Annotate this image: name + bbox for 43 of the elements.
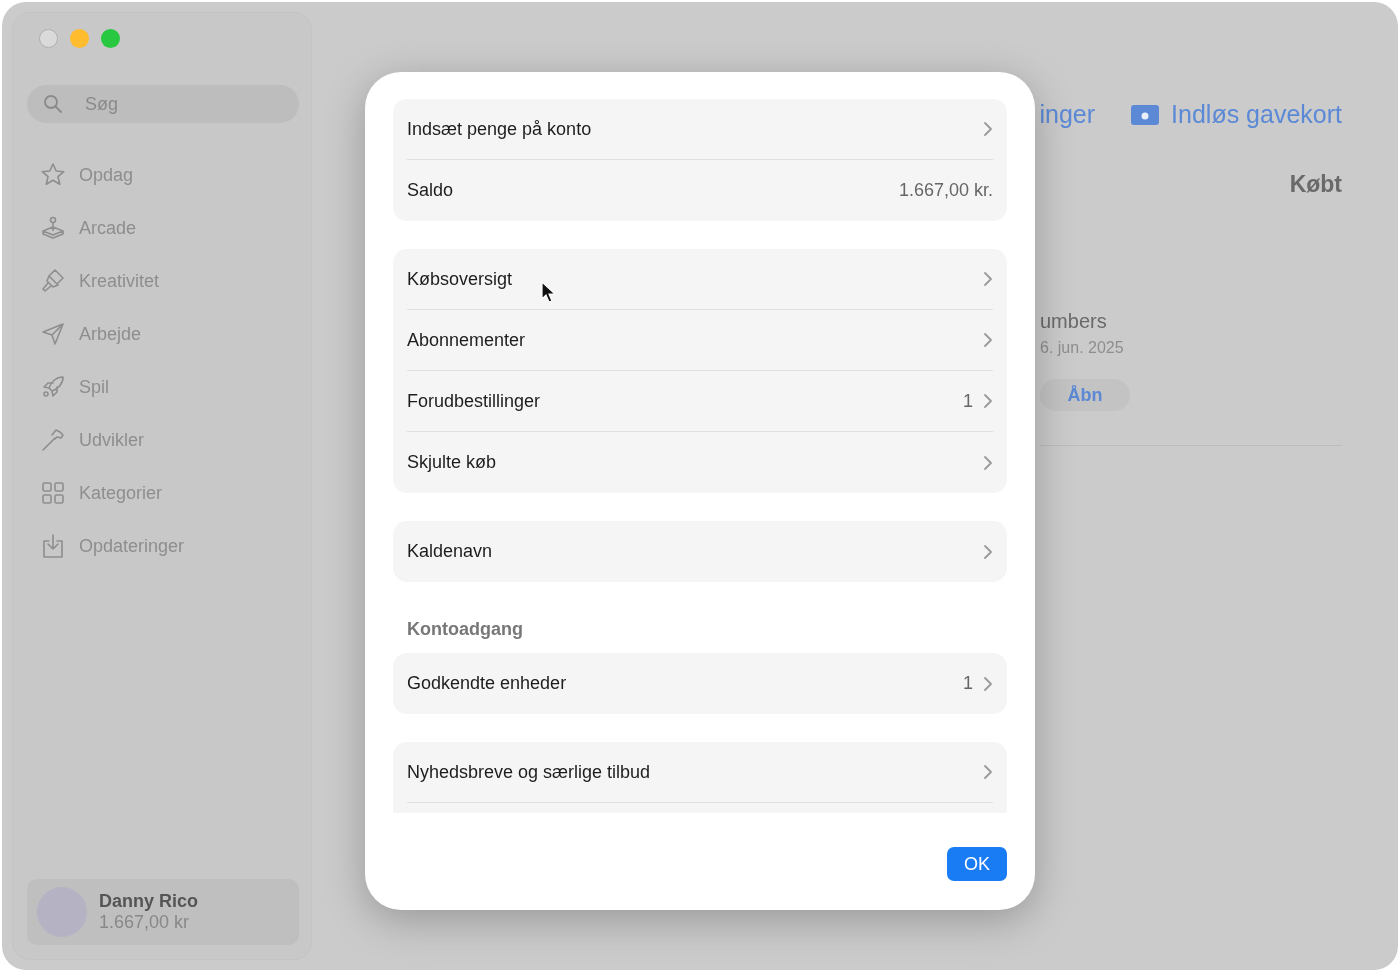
sidebar-item[interactable]: Udvikler (27, 426, 299, 454)
purchase-date: 6. jun. 2025 (1040, 339, 1124, 357)
gift-card-icon (1131, 104, 1160, 125)
chevron-right-icon (983, 764, 993, 780)
joystick-icon (39, 214, 67, 242)
sidebar-item[interactable]: Opdateringer (27, 532, 299, 560)
pointer-cursor-icon (541, 281, 555, 303)
settings-row[interactable]: Forudbestillinger 1 (407, 371, 993, 432)
settings-row[interactable]: Nyhedsbreve og særlige tilbud (407, 742, 993, 803)
settings-row[interactable]: Kaldenavn (407, 521, 993, 582)
sidebar-item[interactable]: Arbejde (27, 320, 299, 348)
settings-row[interactable]: Skjulte køb (407, 432, 993, 493)
chevron-right-icon (983, 454, 993, 471)
chevron-right-icon (983, 393, 993, 409)
open-button[interactable]: Åbn (1040, 379, 1130, 411)
header-link[interactable]: inger (1039, 100, 1096, 129)
section-heading: Købt (1288, 171, 1342, 198)
paper-plane-icon (39, 320, 67, 348)
settings-row[interactable]: Abonnementer (407, 310, 993, 371)
sidebar-item[interactable]: Spil (27, 373, 299, 401)
paintbrush-icon (39, 267, 67, 295)
account-name: Danny Rico (99, 891, 199, 912)
info-row-text: Saldo 1.667,00 kr. (407, 179, 993, 202)
sidebar-item[interactable]: Kategorier (27, 479, 299, 507)
chevron-right-icon (983, 675, 993, 692)
app-name: umbers (1040, 310, 1107, 333)
ok-button[interactable]: OK (947, 847, 1007, 881)
chevron-right-icon (983, 271, 993, 287)
hammer-icon (39, 426, 67, 454)
sidebar-item[interactable]: Kreativitet (27, 267, 299, 295)
search-icon (43, 94, 63, 114)
settings-row[interactable]: Godkendte enheder 1 (407, 653, 993, 714)
header-link[interactable]: Indløs gavekort (1131, 100, 1342, 129)
settings-row[interactable]: Indsæt penge på konto (407, 99, 993, 160)
chevron-right-icon (983, 543, 993, 560)
minimize-button[interactable] (70, 28, 89, 48)
zoom-button[interactable] (101, 28, 120, 48)
group-heading: Kontoadgang (406, 618, 524, 641)
chevron-right-icon (983, 332, 993, 348)
sidebar-item[interactable]: Opdag (27, 161, 299, 189)
sidebar-item[interactable]: Arcade (27, 214, 299, 242)
grid-icon (39, 479, 67, 507)
chevron-right-icon (983, 121, 993, 137)
